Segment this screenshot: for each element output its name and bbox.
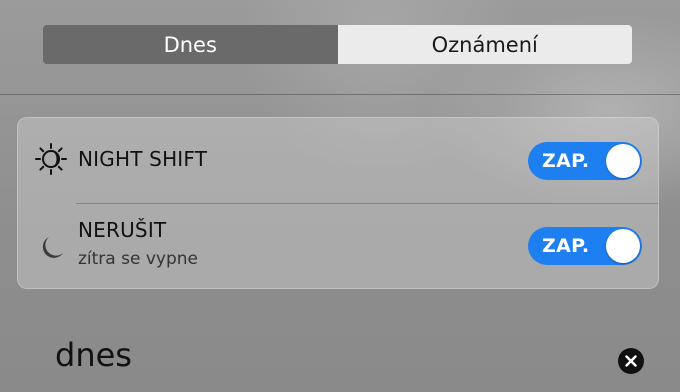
night-shift-row: NIGHT SHIFT ZAP. — [18, 118, 658, 204]
tab-today[interactable]: Dnes — [43, 25, 338, 64]
close-icon[interactable] — [618, 348, 644, 374]
do-not-disturb-row: NERUŠIT zítra se vypne ZAP. — [18, 204, 658, 290]
toggle-knob — [606, 144, 640, 178]
controls-panel: NIGHT SHIFT ZAP. NERUŠIT zítra se vypne … — [17, 117, 659, 289]
tab-notifications[interactable]: Oznámení — [337, 25, 632, 64]
toggle-knob — [606, 229, 640, 263]
today-section-title: dnes — [55, 336, 132, 374]
night-shift-toggle-label: ZAP. — [542, 150, 590, 172]
do-not-disturb-subtitle: zítra se vypne — [78, 249, 198, 269]
night-shift-toggle[interactable]: ZAP. — [528, 142, 642, 180]
night-shift-title: NIGHT SHIFT — [78, 147, 208, 171]
do-not-disturb-toggle-label: ZAP. — [542, 235, 590, 257]
do-not-disturb-title: NERUŠIT — [78, 218, 167, 242]
night-shift-sun-icon — [34, 142, 68, 176]
do-not-disturb-toggle[interactable]: ZAP. — [528, 227, 642, 265]
view-switcher: Dnes Oznámení — [43, 25, 632, 64]
moon-icon — [34, 231, 68, 265]
header-divider — [0, 94, 680, 95]
